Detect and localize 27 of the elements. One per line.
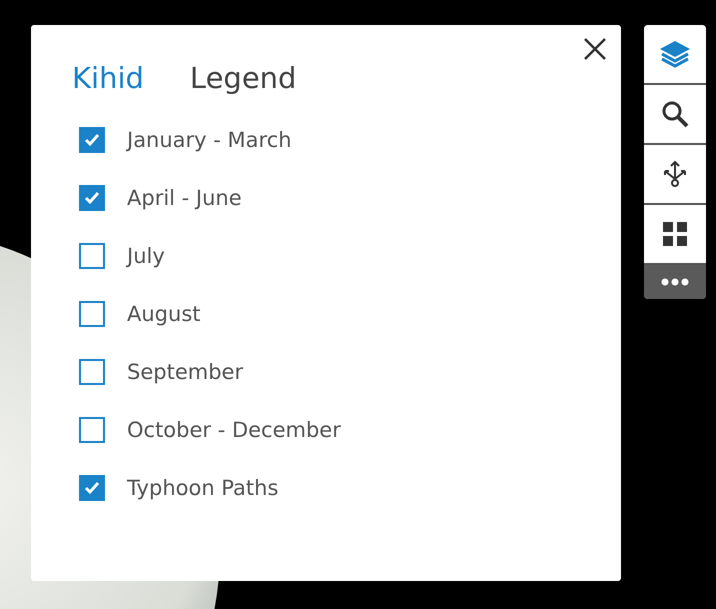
share-icon (661, 159, 689, 189)
checkbox[interactable] (79, 243, 105, 269)
checkbox[interactable] (79, 301, 105, 327)
panel-tab[interactable]: Kihid (72, 61, 144, 95)
panel-tab[interactable]: Legend (190, 61, 296, 95)
search-icon (660, 99, 690, 129)
layers-icon (658, 39, 692, 69)
more-button[interactable] (644, 265, 706, 299)
layer-label: January - March (127, 128, 292, 152)
checkbox[interactable] (79, 417, 105, 443)
basemap-gallery-icon (662, 221, 688, 247)
check-icon (84, 133, 100, 147)
layers-button[interactable] (644, 25, 706, 85)
close-icon (583, 37, 607, 61)
checkbox[interactable] (79, 359, 105, 385)
checkbox[interactable] (79, 185, 105, 211)
layer-label: August (127, 302, 200, 326)
layer-label: April - June (127, 186, 242, 210)
checkbox[interactable] (79, 475, 105, 501)
layer-label: October - December (127, 418, 341, 442)
check-icon (84, 191, 100, 205)
check-icon (84, 481, 100, 495)
checkbox[interactable] (79, 127, 105, 153)
more-icon (660, 278, 690, 286)
layer-label: July (127, 244, 165, 268)
layer-label: Typhoon Paths (127, 476, 278, 500)
layer-label: September (127, 360, 244, 384)
